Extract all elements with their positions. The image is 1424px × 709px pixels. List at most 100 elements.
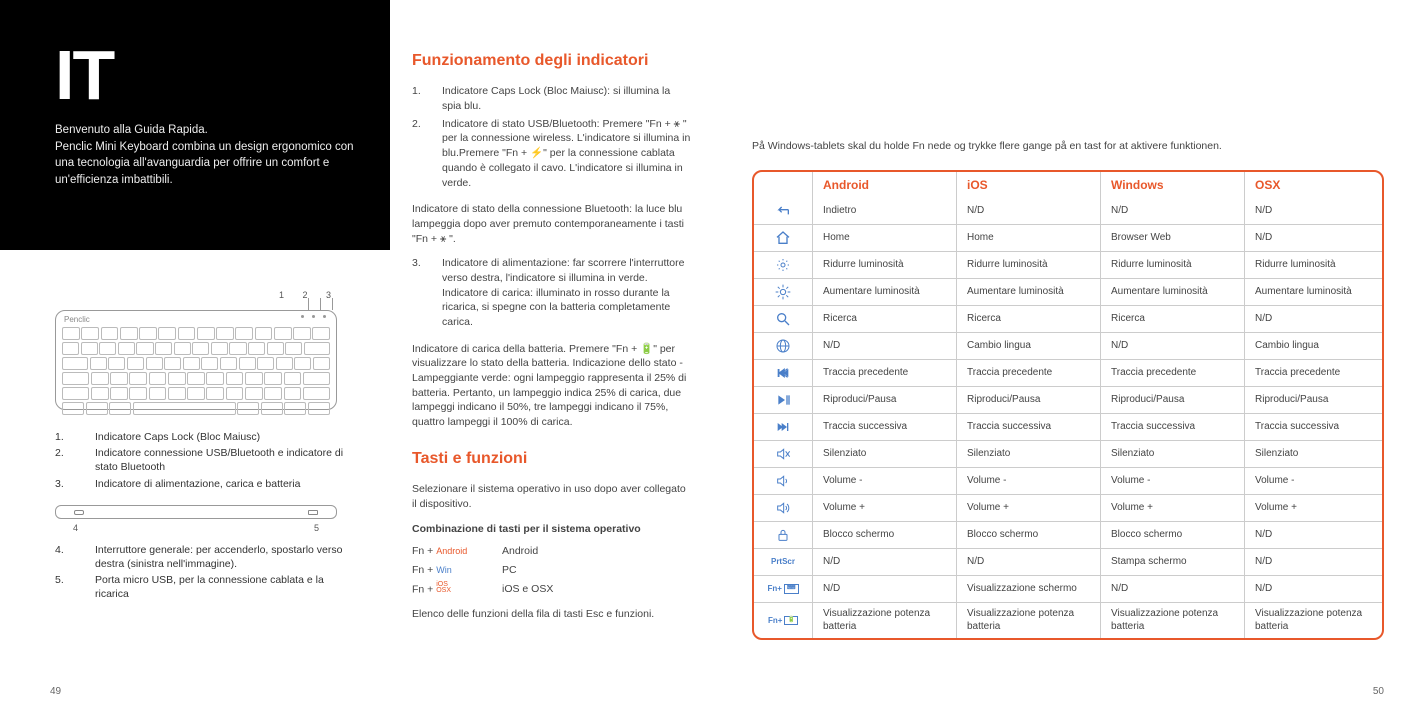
table-cell: Traccia successiva — [956, 414, 1100, 440]
table-cell: Volume + — [1100, 495, 1244, 521]
table-cell: Silenziato — [812, 441, 956, 467]
search-icon — [775, 311, 791, 327]
table-cell: Volume + — [1244, 495, 1384, 521]
brightness-up-icon — [775, 284, 791, 300]
combo-row: Fn + AndroidAndroid — [412, 544, 692, 559]
globe-icon — [775, 338, 791, 354]
table-row: Fn+🔋 Visualizzazione potenza batteria Visu… — [754, 602, 1382, 638]
table-cell: Silenziato — [1244, 441, 1384, 467]
table-cell: Volume - — [956, 468, 1100, 494]
table-cell: Traccia precedente — [1100, 360, 1244, 386]
lock-icon — [775, 527, 791, 543]
table-header-android: Android — [812, 172, 956, 198]
table-cell: Stampa schermo — [1100, 549, 1244, 575]
table-row: Blocco schermoBlocco schermoBlocco scher… — [754, 521, 1382, 548]
table-cell: N/D — [1244, 306, 1384, 332]
top-note: På Windows-tablets skal du holde Fn nede… — [752, 140, 1384, 152]
left-page: IT Benvenuto alla Guida Rapida. Penclic … — [0, 0, 712, 709]
section1-para2: Indicatore di carica della batteria. Pre… — [412, 342, 692, 430]
table-header-icon — [754, 172, 812, 198]
next-track-icon — [775, 419, 791, 435]
intro-text: Benvenuto alla Guida Rapida. Penclic Min… — [55, 122, 360, 189]
fn-battery-icon: Fn+🔋 — [768, 616, 798, 626]
table-header-windows: Windows — [1100, 172, 1244, 198]
table-cell: Visualizzazione potenza batteria — [1100, 603, 1244, 638]
power-switch-icon — [74, 510, 84, 515]
list-item: 1.Indicatore Caps Lock (Bloc Maiusc) — [55, 430, 355, 444]
row-icon-cell — [754, 225, 812, 251]
table-row: Fn+⌨N/DVisualizzazione schermoN/DN/D — [754, 575, 1382, 602]
table-cell: Home — [956, 225, 1100, 251]
table-cell: Volume - — [812, 468, 956, 494]
side-label-5: 5 — [314, 523, 319, 533]
table-cell: Blocco schermo — [812, 522, 956, 548]
table-cell: Ricerca — [812, 306, 956, 332]
list-item: 3.Indicatore di alimentazione, carica e … — [55, 477, 355, 491]
combo-row: Fn + WinPC — [412, 563, 692, 578]
row-icon-cell: Fn+🔋 — [754, 603, 812, 638]
keyboard-outline: Penclic — [55, 310, 337, 410]
table-cell: Traccia precedente — [812, 360, 956, 386]
page-number-left: 49 — [50, 686, 61, 697]
keyboard-diagram: 1 2 3 Penclic — [55, 290, 345, 420]
table-cell: Visualizzazione schermo — [956, 576, 1100, 602]
table-cell: Cambio lingua — [1244, 333, 1384, 359]
table-cell: Home — [812, 225, 956, 251]
table-cell: N/D — [812, 576, 956, 602]
table-cell: N/D — [956, 198, 1100, 224]
table-cell: N/D — [1100, 576, 1244, 602]
table-row: Volume -Volume -Volume -Volume - — [754, 467, 1382, 494]
table-cell: Visualizzazione potenza batteria — [812, 603, 956, 638]
table-cell: Indietro — [812, 198, 956, 224]
language-code: IT — [55, 40, 360, 110]
table-cell: Riproduci/Pausa — [812, 387, 956, 413]
list-item: 5.Porta micro USB, per la connessione ca… — [55, 573, 355, 601]
page-number-right: 50 — [1373, 686, 1384, 697]
volume-up-icon — [775, 500, 791, 516]
section1-heading: Funzionamento degli indicatori — [412, 50, 692, 72]
table-cell: Blocco schermo — [1100, 522, 1244, 548]
table-cell: Volume - — [1244, 468, 1384, 494]
table-cell: Ridurre luminosità — [1100, 252, 1244, 278]
prtscr-icon: PrtScr — [771, 557, 795, 567]
row-icon-cell: Fn+⌨ — [754, 576, 812, 602]
table-cell: Traccia successiva — [812, 414, 956, 440]
table-cell: Blocco schermo — [956, 522, 1100, 548]
table-cell: Volume + — [956, 495, 1100, 521]
table-cell: Volume - — [1100, 468, 1244, 494]
mute-icon — [775, 446, 791, 462]
row-icon-cell — [754, 468, 812, 494]
table-cell: Silenziato — [1100, 441, 1244, 467]
combo-row: Fn + iOS OSXiOS e OSX — [412, 582, 692, 597]
back-icon — [775, 203, 791, 219]
indicator-list: 1.Indicatore Caps Lock (Bloc Maiusc) 2.In… — [55, 430, 355, 491]
table-cell: Riproduci/Pausa — [1100, 387, 1244, 413]
side-label-4: 4 — [73, 523, 78, 533]
table-cell: N/D — [812, 549, 956, 575]
table-header-row: Android iOS Windows OSX — [754, 172, 1382, 198]
section2-heading: Tasti e funzioni — [412, 448, 692, 470]
table-row: IndietroN/DN/DN/D — [754, 198, 1382, 224]
home-icon — [775, 230, 791, 246]
table-cell: Volume + — [812, 495, 956, 521]
table-cell: Riproduci/Pausa — [1244, 387, 1384, 413]
table-cell: N/D — [1100, 333, 1244, 359]
table-cell: Cambio lingua — [956, 333, 1100, 359]
function-table: Android iOS Windows OSX IndietroN/DN/DN/… — [752, 170, 1384, 640]
table-cell: N/D — [1244, 576, 1384, 602]
table-cell: N/D — [1244, 198, 1384, 224]
table-cell: Ridurre luminosità — [1244, 252, 1384, 278]
table-header-ios: iOS — [956, 172, 1100, 198]
table-row: Volume +Volume +Volume +Volume + — [754, 494, 1382, 521]
row-icon-cell — [754, 360, 812, 386]
table-cell: N/D — [1244, 549, 1384, 575]
row-icon-cell — [754, 387, 812, 413]
table-cell: Traccia precedente — [1244, 360, 1384, 386]
keyboard-section: 1 2 3 Penclic 1.Indicatore Caps Lock (Bl… — [55, 290, 355, 603]
table-cell: N/D — [956, 549, 1100, 575]
list-item: 2.Indicatore connessione USB/Bluetooth e… — [55, 446, 355, 474]
prev-track-icon — [775, 365, 791, 381]
section2-bold: Combinazione di tasti per il sistema ope… — [412, 522, 692, 537]
table-row: Traccia successivaTraccia successivaTrac… — [754, 413, 1382, 440]
table-cell: Silenziato — [956, 441, 1100, 467]
